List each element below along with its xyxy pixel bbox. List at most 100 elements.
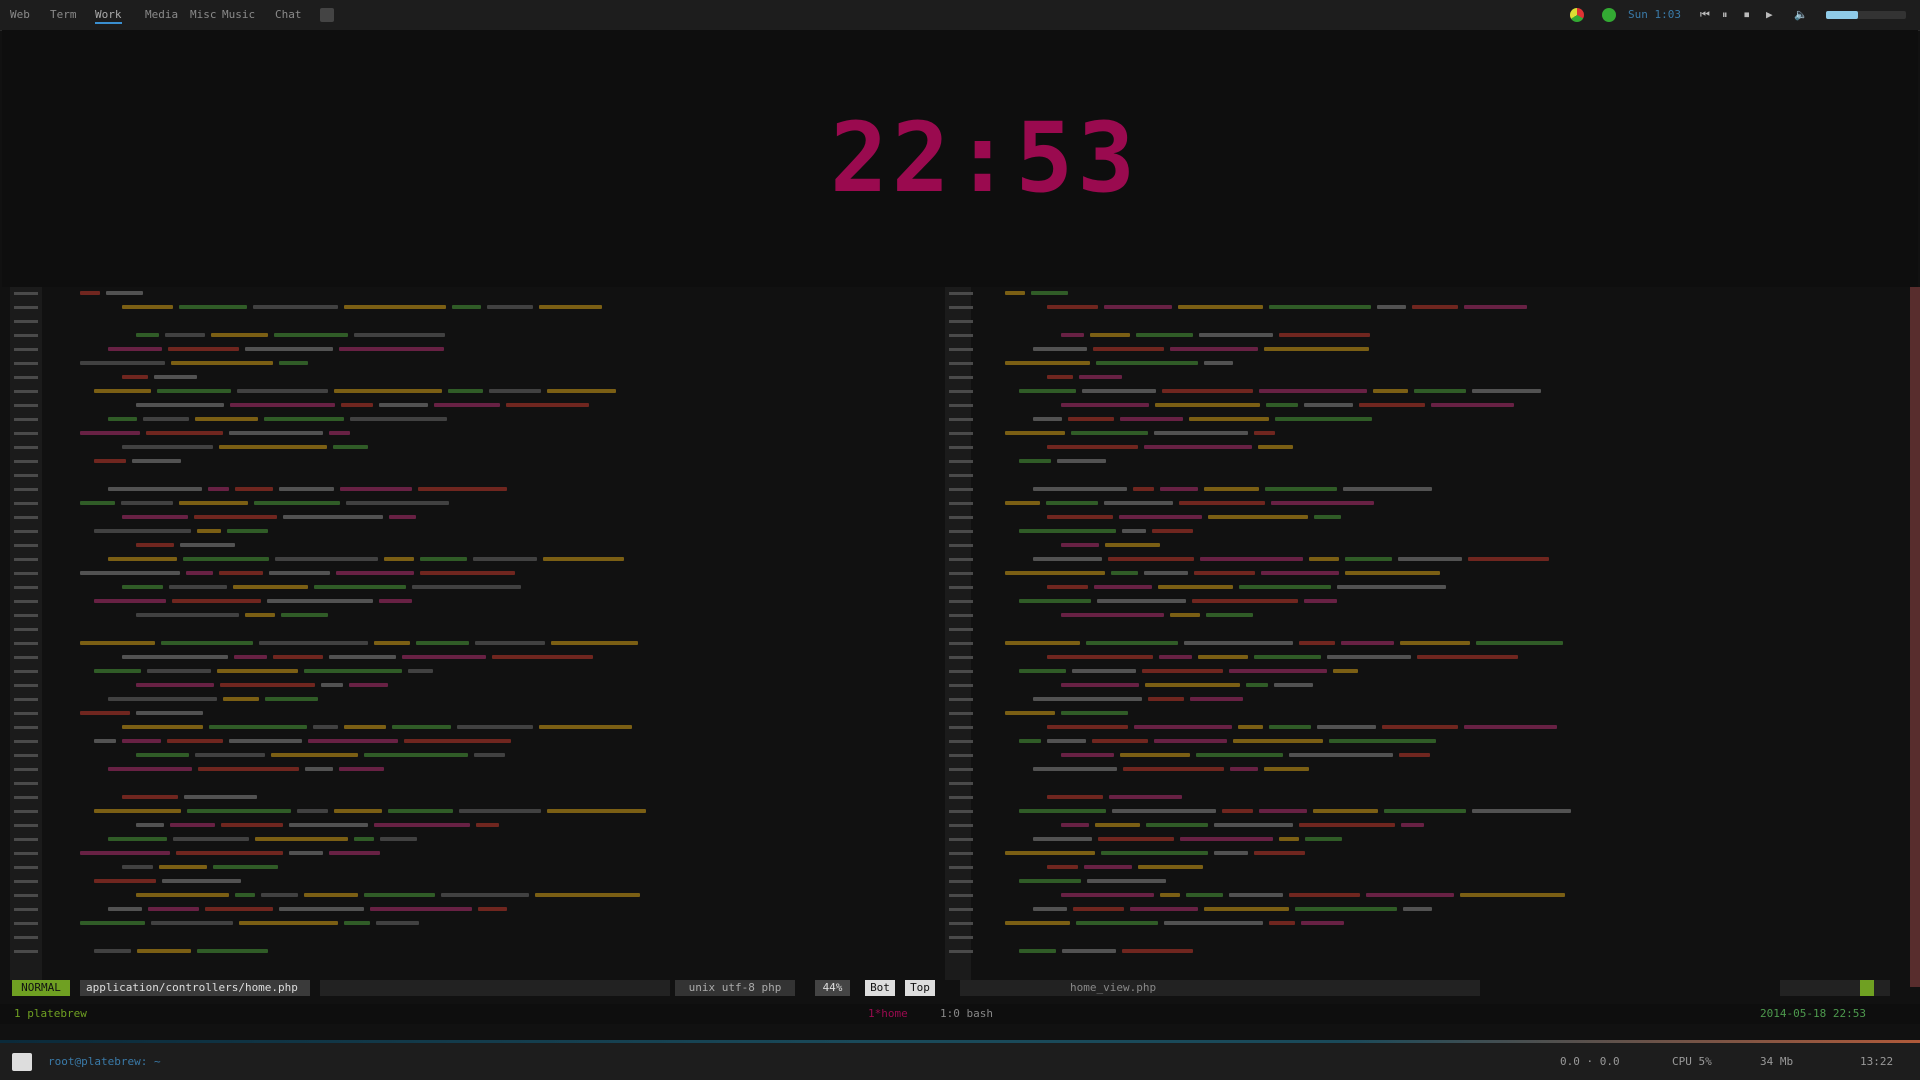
line-number xyxy=(14,628,38,631)
code-token xyxy=(227,529,268,533)
tmux-window[interactable]: 1:0 bash xyxy=(940,1004,993,1024)
code-token xyxy=(1033,417,1062,421)
code-token xyxy=(1170,347,1258,351)
code-token xyxy=(434,403,500,407)
line-number xyxy=(14,586,38,589)
code-token xyxy=(1123,767,1224,771)
workspace-tab-4[interactable]: Media xyxy=(145,8,178,22)
code-token xyxy=(197,529,221,533)
code-token xyxy=(80,921,145,925)
code-token xyxy=(1259,809,1307,813)
taskbar-clock: 13:22 xyxy=(1860,1055,1894,1068)
code-token xyxy=(108,487,202,491)
code-token xyxy=(1005,921,1070,925)
code-token xyxy=(1254,851,1305,855)
line-number xyxy=(14,488,38,491)
workspace-tab-3[interactable]: Work xyxy=(95,8,122,24)
code-token xyxy=(1269,921,1295,925)
code-token xyxy=(478,907,507,911)
volume-icon[interactable]: 🔈 xyxy=(1794,8,1808,22)
line-number xyxy=(949,586,973,589)
vim-mode-badge: NORMAL xyxy=(12,980,70,996)
tmux-statusbar: 1 platebrew 1*home 1:0 bash 2014-05-18 2… xyxy=(0,1004,1920,1024)
workspace-tab-6[interactable]: Music xyxy=(222,8,255,22)
code-token xyxy=(255,837,348,841)
line-number xyxy=(14,950,38,953)
code-token xyxy=(211,333,268,337)
code-token xyxy=(1229,893,1283,897)
code-token xyxy=(1073,907,1124,911)
code-token xyxy=(1222,809,1253,813)
cursor-position: 44% xyxy=(815,980,850,996)
chrome-icon[interactable] xyxy=(1570,8,1584,22)
code-token xyxy=(1204,907,1289,911)
workspace-tab-2[interactable]: Term xyxy=(50,8,77,22)
code-token xyxy=(364,893,435,897)
stop-icon[interactable]: ⏹ xyxy=(1744,8,1750,22)
code-token xyxy=(333,445,368,449)
terminal-icon[interactable] xyxy=(12,1053,32,1071)
tmux-session[interactable]: 1 platebrew xyxy=(14,1004,87,1024)
code-token xyxy=(1265,487,1337,491)
code-token xyxy=(159,865,207,869)
code-token xyxy=(235,893,255,897)
next-icon[interactable]: ▶ xyxy=(1766,8,1773,22)
code-token xyxy=(487,305,533,309)
code-token xyxy=(379,403,428,407)
code-token xyxy=(1146,823,1208,827)
code-token xyxy=(1019,669,1066,673)
tmux-window-active[interactable]: 1*home xyxy=(868,1004,908,1024)
code-token xyxy=(1200,557,1303,561)
code-token xyxy=(136,543,174,547)
bottom-taskbar: root@platebrew: ~ 0.0 · 0.0 CPU 5% 34 Mb… xyxy=(0,1043,1920,1080)
workspace-tab-1[interactable]: Web xyxy=(10,8,30,22)
editor-pane-left[interactable] xyxy=(10,287,940,980)
code-token xyxy=(1158,585,1233,589)
taskbar-terminal-label[interactable]: root@platebrew: ~ xyxy=(48,1055,161,1068)
line-number xyxy=(949,838,973,841)
code-token xyxy=(148,907,199,911)
volume-bar[interactable] xyxy=(1826,11,1906,19)
code-token xyxy=(392,725,451,729)
code-token xyxy=(1275,417,1372,421)
line-number xyxy=(949,656,973,659)
line-number xyxy=(14,670,38,673)
code-token xyxy=(1230,767,1258,771)
layout-icon[interactable] xyxy=(320,8,334,22)
prev-icon[interactable]: ⏮ xyxy=(1700,8,1710,22)
code-token xyxy=(1301,921,1344,925)
line-number xyxy=(949,670,973,673)
code-token xyxy=(1144,571,1188,575)
code-token xyxy=(122,375,148,379)
code-token xyxy=(1005,291,1025,295)
code-token xyxy=(229,431,323,435)
code-token xyxy=(198,767,299,771)
code-token xyxy=(136,711,203,715)
code-token xyxy=(1019,599,1091,603)
code-token xyxy=(154,375,197,379)
code-token xyxy=(1196,753,1283,757)
code-token xyxy=(1093,347,1164,351)
editor-pane-right[interactable] xyxy=(945,287,1910,980)
line-number xyxy=(14,838,38,841)
code-token xyxy=(418,487,507,491)
line-number xyxy=(949,950,973,953)
code-token xyxy=(1359,403,1425,407)
code-token xyxy=(1047,375,1073,379)
code-token xyxy=(80,291,100,295)
line-number xyxy=(14,866,38,869)
code-token xyxy=(1337,585,1446,589)
workspace-tab-7[interactable]: Chat xyxy=(275,8,302,22)
line-number xyxy=(949,418,973,421)
code-token xyxy=(1299,641,1335,645)
code-token xyxy=(416,641,469,645)
code-token xyxy=(1384,809,1466,813)
code-token xyxy=(344,305,446,309)
code-token xyxy=(340,487,412,491)
pause-icon[interactable]: ⏸ xyxy=(1722,8,1728,22)
code-token xyxy=(121,501,173,505)
code-token xyxy=(143,417,189,421)
code-token xyxy=(80,641,155,645)
workspace-tab-5[interactable]: Misc xyxy=(190,8,217,22)
code-token xyxy=(329,431,350,435)
